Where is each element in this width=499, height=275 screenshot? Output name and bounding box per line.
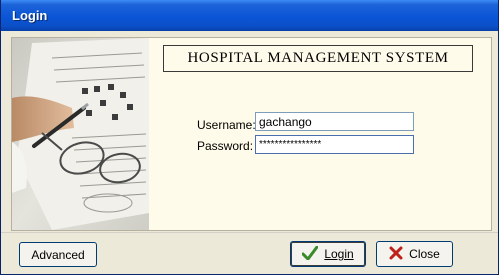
username-input[interactable] [255, 112, 414, 131]
login-window: Login HOSPITAL MANAGEMENT SYSTEM Usernam… [0, 0, 499, 275]
login-panel: HOSPITAL MANAGEMENT SYSTEM Username: Pas… [11, 37, 492, 231]
hospital-photo-illustration [12, 38, 149, 230]
system-title: HOSPITAL MANAGEMENT SYSTEM [187, 50, 449, 66]
title-bar[interactable]: Login [1, 0, 498, 31]
username-label: Username: [197, 118, 256, 132]
login-button-label: Login [324, 247, 354, 261]
close-button[interactable]: Close [376, 241, 453, 267]
close-button-label: Close [409, 247, 440, 261]
window-title: Login [12, 8, 48, 23]
password-input[interactable] [255, 135, 414, 154]
checkmark-icon [301, 245, 319, 263]
login-button[interactable]: Login [290, 241, 366, 267]
system-title-box: HOSPITAL MANAGEMENT SYSTEM [163, 45, 473, 72]
hospital-photo [12, 38, 149, 230]
password-label: Password: [197, 139, 254, 153]
advanced-button-label: Advanced [31, 247, 85, 262]
advanced-button[interactable]: Advanced [19, 242, 97, 267]
footer-separator [1, 232, 498, 233]
x-icon [389, 246, 403, 263]
